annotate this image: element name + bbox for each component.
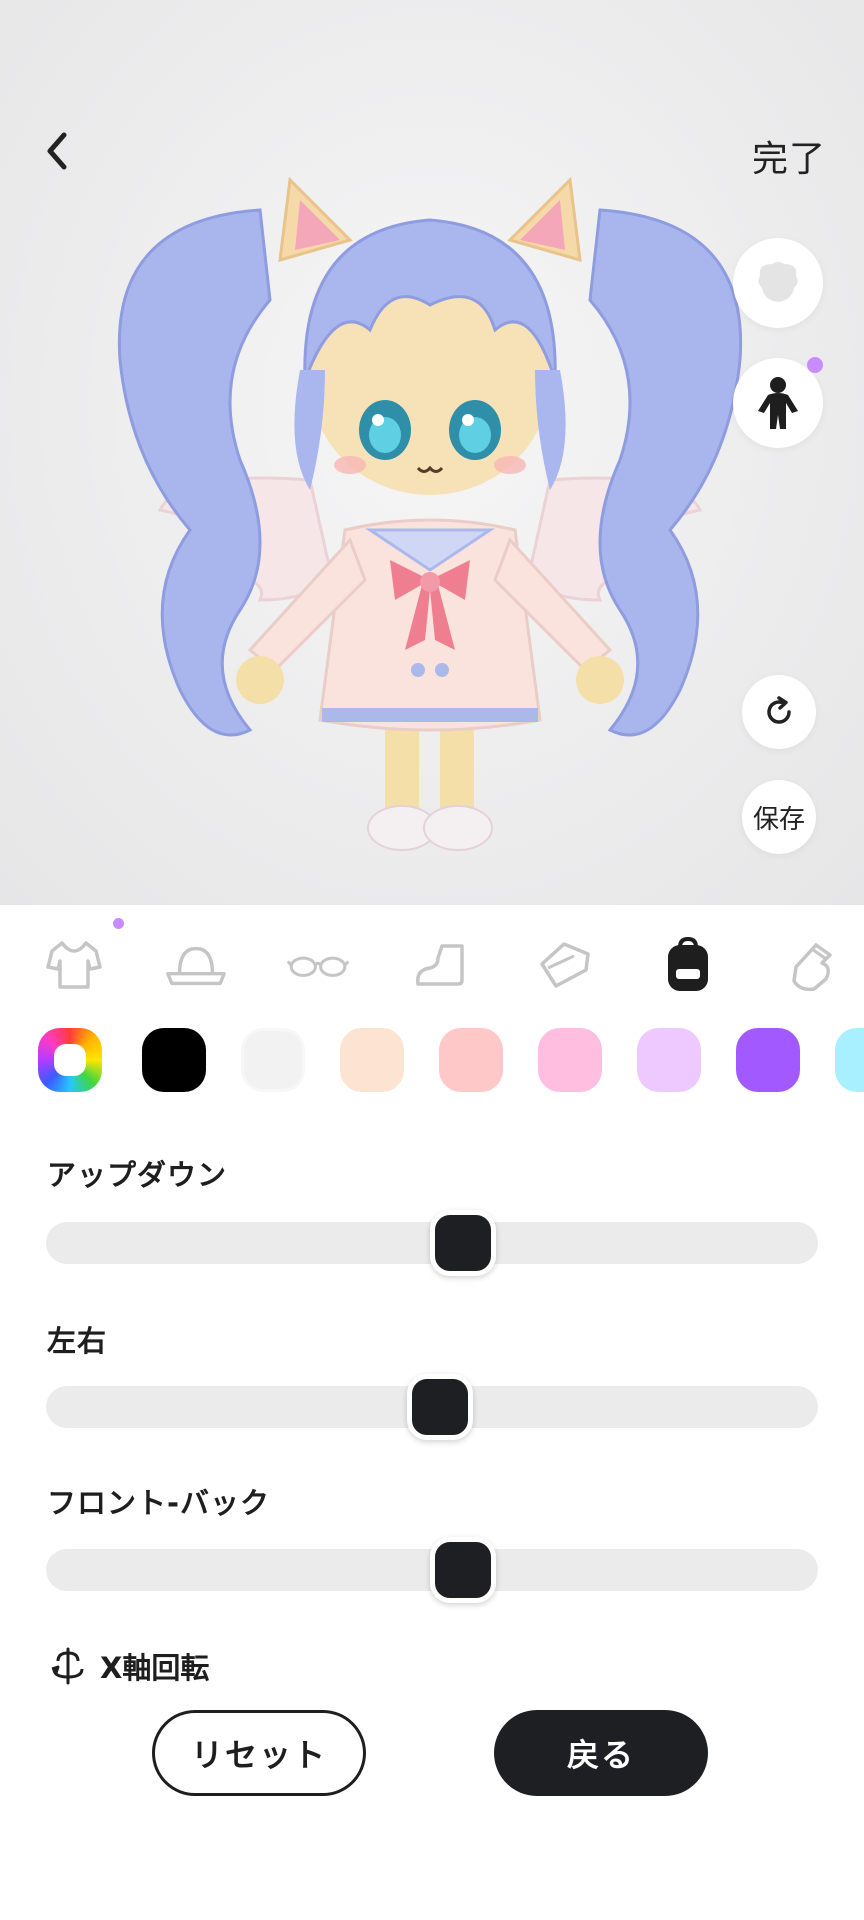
tab-outfit[interactable] [42,935,106,995]
back-button[interactable] [36,126,76,176]
color-swatch-pink[interactable] [439,1028,503,1092]
tab-glove[interactable] [780,935,844,995]
done-button[interactable]: 完了 [752,130,826,182]
glove-icon [792,943,832,992]
leftright-slider[interactable] [46,1374,818,1440]
x-rotation-control[interactable]: X軸回転 [50,1646,209,1686]
color-swatch-cyan[interactable] [835,1028,864,1092]
color-swatch-rose[interactable] [538,1028,602,1092]
reset-button[interactable]: リセット [152,1710,366,1796]
color-swatch-lavender[interactable] [637,1028,701,1092]
category-new-dot [113,918,124,929]
shirt-icon [46,941,102,989]
custom-color-swatch[interactable] [38,1028,102,1092]
avatar-preview[interactable]: 完了 保存 [0,0,864,905]
save-button[interactable]: 保存 [742,780,816,854]
face-view-button[interactable] [733,238,823,328]
shoe-icon [416,944,464,986]
x-rotation-label: X軸回転 [100,1651,210,1685]
tab-backpack[interactable] [656,935,720,995]
color-swatch-white[interactable] [241,1028,305,1092]
color-swatch-black[interactable] [142,1028,206,1092]
person-icon [758,377,798,429]
color-swatch-peach[interactable] [340,1028,404,1092]
head-icon [758,262,798,302]
tab-glasses[interactable] [286,935,350,995]
updown-label: アップダウン [47,1158,228,1192]
color-swatch-purple[interactable] [736,1028,800,1092]
x-axis-rotate-icon [51,1647,84,1685]
notification-dot [807,357,823,373]
leftright-slider-thumb[interactable] [406,1374,473,1440]
backpack-icon [668,937,708,991]
avatar-character [117,176,743,851]
glasses-icon [286,956,350,977]
tab-shoes[interactable] [410,935,474,995]
updown-slider-thumb[interactable] [429,1210,496,1276]
frontback-slider[interactable] [46,1537,818,1603]
reset-view-button[interactable] [742,675,816,749]
rotate-icon [767,696,791,724]
return-button[interactable]: 戻る [494,1710,708,1796]
tag-icon [540,942,590,988]
chevron-left-icon [47,132,67,170]
hat-icon [166,946,226,986]
updown-slider[interactable] [46,1210,818,1276]
tab-accessory[interactable] [532,935,596,995]
tab-hat[interactable] [164,935,228,995]
leftright-label: 左右 [47,1324,108,1358]
frontback-slider-thumb[interactable] [429,1537,496,1603]
frontback-label: フロント-バック [47,1486,271,1520]
